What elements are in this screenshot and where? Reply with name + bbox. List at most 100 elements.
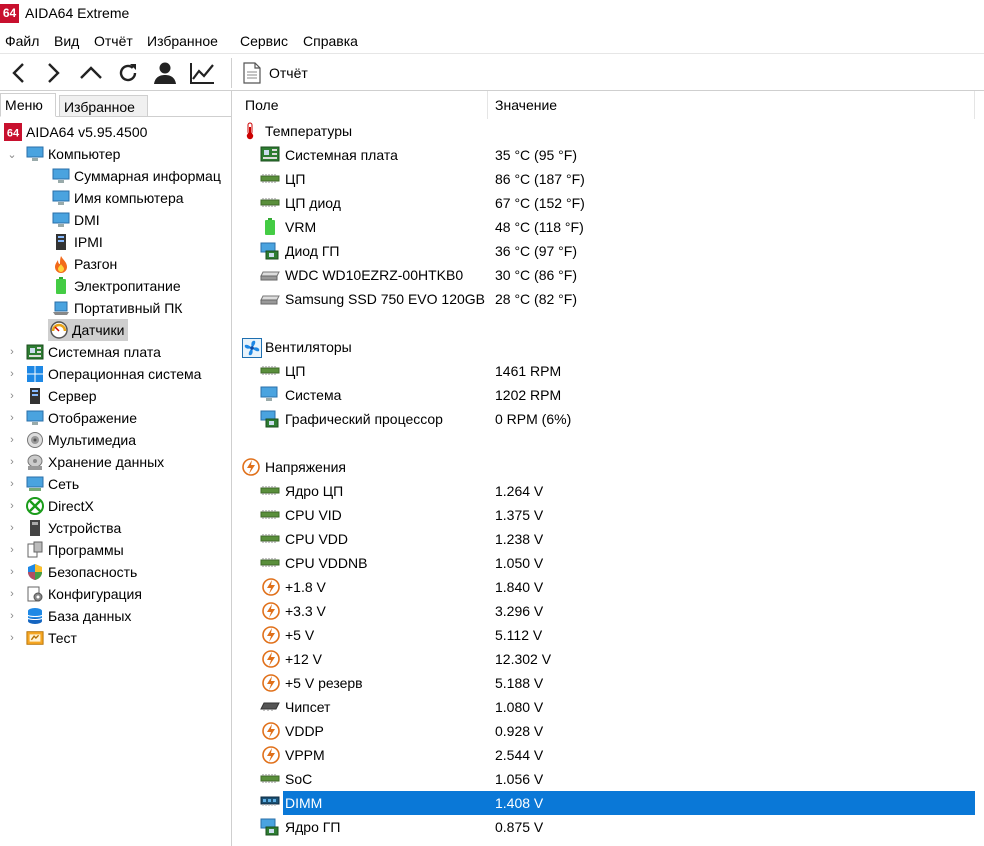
table-row[interactable]: Графический процессор 0 RPM (6%) — [238, 407, 975, 431]
chevron-right-icon[interactable]: › — [6, 456, 18, 468]
table-row[interactable]: Системная плата 35 °C (95 °F) — [238, 143, 975, 167]
table-row[interactable]: +5 V 5.112 V — [238, 623, 975, 647]
chip-icon — [260, 482, 280, 498]
row-field: Система — [285, 387, 342, 403]
chevron-right-icon[interactable]: › — [6, 544, 18, 556]
column-header-field[interactable]: Поле — [238, 91, 488, 119]
tree-item-config[interactable]: › Конфигурация — [6, 583, 142, 605]
tree-item-label: Датчики — [72, 322, 125, 338]
chip-icon — [260, 194, 280, 210]
tree-item-computer-name[interactable]: Имя компьютера — [52, 187, 184, 209]
section-voltages[interactable]: Напряжения — [238, 455, 975, 479]
tree-item-motherboard[interactable]: › Системная плата — [6, 341, 161, 363]
up-button[interactable] — [77, 59, 105, 87]
chevron-right-icon[interactable]: › — [6, 346, 18, 358]
table-row[interactable]: CPU VID 1.375 V — [238, 503, 975, 527]
forward-button[interactable] — [39, 59, 67, 87]
row-field: Диод ГП — [285, 243, 340, 259]
tree-item-multimedia[interactable]: › Мультимедиа — [6, 429, 136, 451]
chevron-right-icon[interactable]: › — [6, 434, 18, 446]
tree-item-ipmi[interactable]: IPMI — [52, 231, 103, 253]
devices-icon — [26, 519, 44, 537]
row-field: Графический процессор — [285, 411, 443, 427]
menu-report[interactable]: Отчёт — [94, 33, 133, 49]
table-row-selected[interactable]: DIMM 1.408 V — [238, 791, 975, 815]
tree-item-network[interactable]: › Сеть — [6, 473, 79, 495]
table-row[interactable]: Чипсет 1.080 V — [238, 695, 975, 719]
chart-button[interactable] — [188, 59, 216, 87]
table-row[interactable]: Samsung SSD 750 EVO 120GB 28 °C (82 °F) — [238, 287, 975, 311]
tree-item-database[interactable]: › База данных — [6, 605, 131, 627]
refresh-button[interactable] — [114, 59, 142, 87]
tree-item-storage[interactable]: › Хранение данных — [6, 451, 164, 473]
tree-item-programs[interactable]: › Программы — [6, 539, 124, 561]
tree-item-display[interactable]: › Отображение — [6, 407, 137, 429]
chevron-right-icon[interactable]: › — [6, 610, 18, 622]
tree-item-os[interactable]: › Операционная система — [6, 363, 201, 385]
voltage-icon — [262, 722, 280, 740]
tree-item-benchmark[interactable]: › Тест — [6, 627, 77, 649]
menu-file[interactable]: Файл — [5, 33, 39, 49]
chevron-right-icon[interactable]: › — [6, 390, 18, 402]
table-row[interactable]: CPU VDD 1.238 V — [238, 527, 975, 551]
tree-item-dmi[interactable]: DMI — [52, 209, 100, 231]
table-row[interactable]: VPPM 2.544 V — [238, 743, 975, 767]
table-row[interactable]: ЦП диод 67 °C (152 °F) — [238, 191, 975, 215]
chevron-right-icon[interactable]: › — [6, 478, 18, 490]
table-row[interactable]: CPU VDDNB 1.050 V — [238, 551, 975, 575]
table-row[interactable]: Система 1202 RPM — [238, 383, 975, 407]
table-row[interactable]: WDC WD10EZRZ-00HTKB0 30 °C (86 °F) — [238, 263, 975, 287]
tree-item-server[interactable]: › Сервер — [6, 385, 97, 407]
menu-view[interactable]: Вид — [54, 33, 79, 49]
tree-item-power[interactable]: Электропитание — [52, 275, 181, 297]
chevron-right-icon[interactable]: › — [6, 522, 18, 534]
network-icon — [26, 475, 44, 493]
table-row[interactable]: Ядро ГП 0.875 V — [238, 815, 975, 839]
section-temperatures[interactable]: Температуры — [238, 119, 975, 143]
tree-item-devices[interactable]: › Устройства — [6, 517, 121, 539]
tree-item-laptop[interactable]: Портативный ПК — [52, 297, 182, 319]
table-row[interactable]: VRM 48 °C (118 °F) — [238, 215, 975, 239]
tree-item-sensors[interactable]: Датчики — [48, 319, 129, 341]
voltage-icon — [262, 626, 280, 644]
tab-menu[interactable]: Меню — [0, 93, 56, 117]
chevron-right-icon[interactable]: › — [6, 632, 18, 644]
chevron-right-icon[interactable]: › — [6, 588, 18, 600]
row-value: 1.238 V — [495, 531, 544, 547]
chevron-up-icon — [80, 66, 102, 79]
tree-item-computer[interactable]: ⌄ Компьютер — [6, 143, 120, 165]
row-field: VRM — [285, 219, 317, 235]
table-row[interactable]: Ядро ЦП 1.264 V — [238, 479, 975, 503]
table-row[interactable]: SoC 1.056 V — [238, 767, 975, 791]
table-row[interactable]: ЦП 1461 RPM — [238, 359, 975, 383]
table-row[interactable]: +3.3 V 3.296 V — [238, 599, 975, 623]
menu-favorites[interactable]: Избранное — [147, 33, 218, 49]
tree-root[interactable]: 64 AIDA64 v5.95.4500 — [4, 121, 147, 143]
menu-help[interactable]: Справка — [303, 33, 358, 49]
tree-item-summary[interactable]: Суммарная информац — [52, 165, 221, 187]
sidebar-tabs: Меню Избранное — [0, 91, 231, 117]
chevron-right-icon[interactable]: › — [6, 566, 18, 578]
table-row[interactable]: Диод ГП 36 °C (97 °F) — [238, 239, 975, 263]
chevron-down-icon[interactable]: ⌄ — [6, 148, 18, 161]
chevron-right-icon[interactable]: › — [6, 412, 18, 424]
row-value: 28 °C (82 °F) — [495, 291, 577, 307]
table-row[interactable]: +12 V 12.302 V — [238, 647, 975, 671]
table-row[interactable]: ЦП 86 °C (187 °F) — [238, 167, 975, 191]
user-button[interactable] — [151, 59, 179, 87]
table-row[interactable]: +5 V резерв 5.188 V — [238, 671, 975, 695]
tree-item-overclock[interactable]: Разгон — [52, 253, 117, 275]
table-row[interactable]: +1.8 V 1.840 V — [238, 575, 975, 599]
tab-favorites[interactable]: Избранное — [59, 95, 148, 117]
report-button[interactable]: Отчёт — [243, 60, 308, 86]
voltage-icon — [262, 578, 280, 596]
tree-item-directx[interactable]: › DirectX — [6, 495, 94, 517]
chevron-right-icon[interactable]: › — [6, 500, 18, 512]
menu-service[interactable]: Сервис — [240, 33, 288, 49]
column-header-value[interactable]: Значение — [489, 91, 975, 119]
tree-item-security[interactable]: › Безопасность — [6, 561, 137, 583]
table-row[interactable]: VDDP 0.928 V — [238, 719, 975, 743]
chevron-right-icon[interactable]: › — [6, 368, 18, 380]
back-button[interactable] — [5, 59, 33, 87]
section-fans[interactable]: Вентиляторы — [238, 335, 975, 359]
